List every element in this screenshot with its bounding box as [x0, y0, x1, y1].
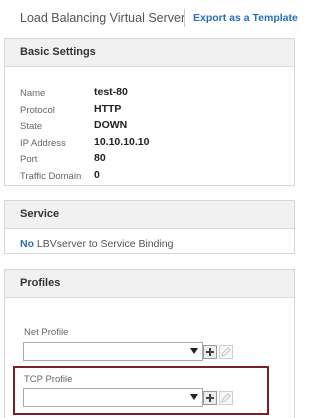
port-label: Port	[20, 154, 38, 165]
port-value: 80	[94, 152, 106, 164]
protocol-label: Protocol	[20, 104, 55, 116]
field-row-name: Name test-80	[20, 85, 280, 102]
profiles-title: Profiles	[20, 277, 61, 289]
field-row-ip-address: IP Address 10.10.10.10	[20, 135, 280, 152]
ip-address-label: IP Address	[20, 137, 66, 149]
service-binding-count: No	[20, 238, 34, 250]
page-title: Load Balancing Virtual Server	[20, 11, 186, 25]
basic-settings-title: Basic Settings	[20, 46, 96, 58]
state-value: DOWN	[94, 119, 128, 131]
basic-settings-panel: Basic Settings Name test-80 Protocol HTT…	[4, 38, 295, 186]
field-row-traffic-domain: Traffic Domain 0	[20, 168, 280, 185]
basic-settings-header[interactable]: Basic Settings	[5, 39, 294, 67]
state-label: State	[20, 121, 43, 132]
dropdown-caret-icon	[190, 348, 198, 354]
net-profile-label: Net Profile	[24, 327, 69, 338]
traffic-domain-label: Traffic Domain	[20, 170, 82, 182]
field-row-port: Port 80	[20, 151, 280, 168]
service-title: Service	[20, 208, 60, 220]
title-bar: Load Balancing Virtual Server Export as …	[0, 0, 298, 36]
service-binding-link[interactable]: No LBVserver to Service Binding	[20, 238, 174, 250]
service-header[interactable]: Service	[5, 201, 294, 229]
service-binding-text: LBVserver to Service Binding	[36, 238, 174, 250]
traffic-domain-value: 0	[94, 168, 100, 181]
title-separator	[184, 9, 185, 27]
pencil-icon	[221, 347, 231, 357]
name-value: test-80	[94, 86, 128, 98]
net-profile-edit-button[interactable]	[219, 345, 233, 359]
field-row-protocol: Protocol HTTP	[20, 102, 280, 119]
ip-address-value: 10.10.10.10	[94, 135, 150, 148]
profiles-header[interactable]: Profiles	[5, 270, 294, 298]
field-row-state: State DOWN	[20, 118, 280, 135]
protocol-value: HTTP	[94, 102, 122, 115]
service-panel: Service No LBVserver to Service Binding	[4, 200, 295, 254]
net-profile-select[interactable]	[23, 342, 203, 361]
tcp-profile-highlight-box	[13, 366, 269, 415]
export-template-link[interactable]: Export as a Template	[193, 12, 298, 24]
name-label: Name	[20, 88, 46, 99]
net-profile-add-button[interactable]	[203, 345, 217, 359]
basic-settings-fields: Name test-80 Protocol HTTP State DOWN IP…	[20, 85, 280, 184]
